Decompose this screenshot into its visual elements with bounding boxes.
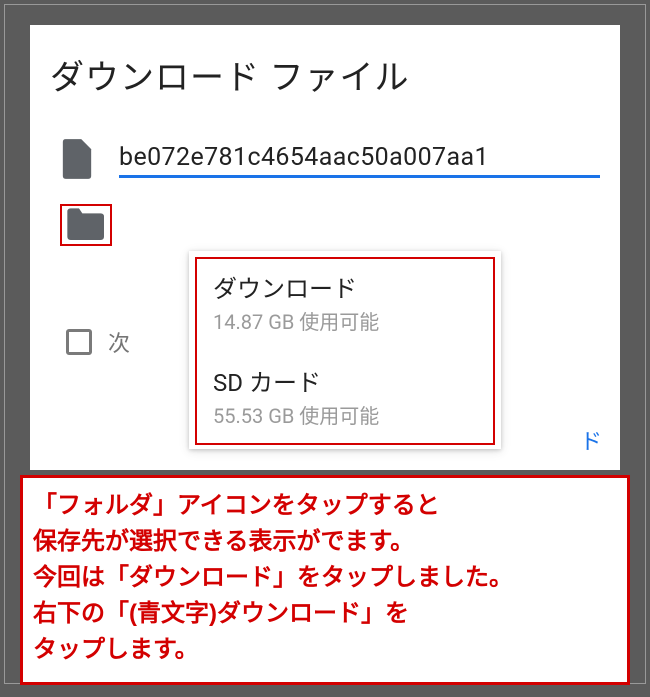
input-underline bbox=[119, 175, 600, 178]
dropdown-highlight: ダウンロード 14.87 GB 使用可能 SD カード 55.53 GB 使用可… bbox=[195, 257, 495, 445]
screenshot-frame: ダウンロード ファイル be072e781c4654aac50a007aa1 bbox=[4, 4, 646, 684]
annotation-line: 保存先が選択できる表示がでます。 bbox=[33, 524, 617, 560]
annotation-line: タップします。 bbox=[33, 632, 617, 668]
filename-text: be072e781c4654aac50a007aa1 bbox=[119, 143, 600, 172]
option-title: ダウンロード bbox=[213, 269, 477, 304]
annotation-line: 「フォルダ」アイコンをタップすると bbox=[33, 488, 617, 524]
annotation-line: 右下の「(青文字)ダウンロード」を bbox=[33, 596, 617, 632]
remember-label-partial: 次 bbox=[108, 326, 130, 358]
option-subtitle: 55.53 GB 使用可能 bbox=[213, 400, 477, 429]
file-icon bbox=[60, 139, 94, 179]
download-file-dialog: ダウンロード ファイル be072e781c4654aac50a007aa1 bbox=[30, 25, 620, 470]
instruction-annotation: 「フォルダ」アイコンをタップすると 保存先が選択できる表示がでます。 今回は「ダ… bbox=[20, 475, 630, 685]
folder-icon[interactable] bbox=[64, 208, 104, 242]
destination-row bbox=[50, 204, 600, 246]
option-title: SD カード bbox=[213, 363, 477, 398]
option-subtitle: 14.87 GB 使用可能 bbox=[213, 306, 477, 335]
dropdown-option-download[interactable]: ダウンロード 14.87 GB 使用可能 bbox=[213, 269, 477, 335]
dialog-title: ダウンロード ファイル bbox=[50, 50, 600, 99]
filename-input[interactable]: be072e781c4654aac50a007aa1 bbox=[119, 143, 600, 176]
annotation-line: 今回は「ダウンロード」をタップしました。 bbox=[33, 560, 617, 596]
remember-checkbox[interactable] bbox=[66, 329, 92, 355]
folder-icon-highlight bbox=[60, 204, 112, 246]
download-link-partial[interactable]: ド bbox=[580, 424, 602, 456]
filename-row: be072e781c4654aac50a007aa1 bbox=[50, 139, 600, 179]
dropdown-option-sdcard[interactable]: SD カード 55.53 GB 使用可能 bbox=[213, 363, 477, 429]
destination-dropdown: ダウンロード 14.87 GB 使用可能 SD カード 55.53 GB 使用可… bbox=[189, 251, 501, 449]
